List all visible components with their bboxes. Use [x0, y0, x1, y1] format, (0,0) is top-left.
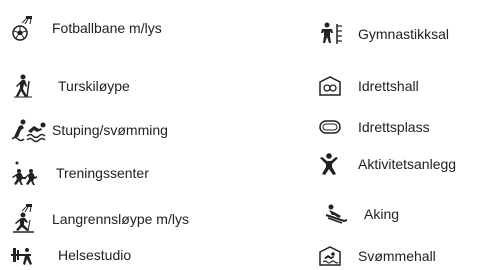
map-legend: Fotballbane m/lys Turskiløype Stuping/sv… [0, 0, 485, 270]
legend-item-hiking-trail: Turskiløype [10, 72, 130, 100]
legend-item-swimming-pool: Svømmehall [318, 242, 436, 270]
football-pitch-with-lights-icon [10, 14, 38, 42]
legend-label-hiking-trail: Turskiløype [58, 78, 130, 94]
legend-label-football-pitch: Fotballbane m/lys [52, 20, 162, 36]
legend-label-sports-hall: Idrettshall [358, 78, 419, 94]
legend-label-activity-facility: Aktivitetsanlegg [358, 156, 457, 172]
legend-item-sports-ground: Idrettsplass [318, 113, 430, 141]
legend-item-football-pitch: Fotballbane m/lys [10, 14, 162, 42]
gymnastics-hall-icon [318, 22, 344, 46]
legend-item-sledding: Aking [324, 200, 399, 228]
legend-label-gymnastics-hall: Gymnastikksal [358, 26, 450, 42]
hiking-trail-icon [10, 73, 36, 99]
sledding-icon [324, 203, 350, 225]
legend-label-cross-country-trail: Langrennsløype m/lys [52, 211, 189, 227]
legend-item-training-center: Treningssenter [10, 159, 149, 187]
legend-item-cross-country-trail: Langrennsløype m/lys [10, 203, 189, 235]
legend-label-sledding: Aking [364, 206, 400, 222]
legend-label-swimming-pool: Svømmehall [358, 248, 436, 264]
sports-ground-icon [318, 119, 342, 135]
sports-hall-icon [318, 75, 342, 97]
legend-label-sports-ground: Idrettsplass [358, 119, 430, 135]
legend-item-health-studio: Helsestudio [10, 241, 131, 269]
diving-swimming-icon [10, 117, 48, 143]
legend-item-diving-swimming: Stuping/svømming [10, 116, 168, 144]
legend-label-health-studio: Helsestudio [58, 247, 132, 263]
legend-item-gymnastics-hall: Gymnastikksal [318, 20, 449, 48]
legend-item-sports-hall: Idrettshall [318, 72, 419, 100]
activity-facility-icon [318, 152, 340, 176]
training-center-icon [10, 160, 38, 186]
legend-label-diving-swimming: Stuping/svømming [52, 122, 168, 138]
legend-item-activity-facility: Aktivitetsanlegg [318, 150, 456, 178]
swimming-pool-icon [318, 245, 342, 267]
health-studio-icon [10, 244, 36, 266]
legend-label-training-center: Treningssenter [56, 165, 149, 181]
cross-country-ski-trail-lights-icon [10, 203, 38, 235]
